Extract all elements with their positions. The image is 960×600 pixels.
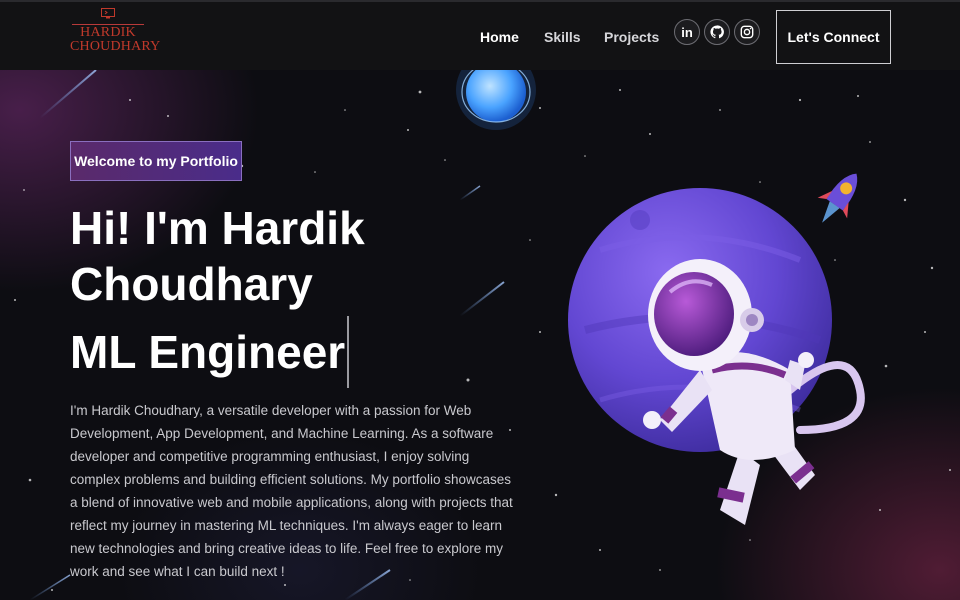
instagram-button[interactable] xyxy=(734,19,760,45)
nav-link-skills[interactable]: Skills xyxy=(544,29,581,45)
monitor-icon xyxy=(101,8,115,19)
nav-link-projects[interactable]: Projects xyxy=(604,29,659,45)
hero-section: Welcome to my Portfolio Hi! I'm Hardik C… xyxy=(0,70,960,600)
welcome-badge: Welcome to my Portfolio xyxy=(70,141,242,181)
brand-name-line1: HARDIK xyxy=(80,25,136,40)
linkedin-button[interactable]: in xyxy=(674,19,700,45)
nav-link-home[interactable]: Home xyxy=(480,29,519,45)
bio-paragraph: I'm Hardik Choudhary, a versatile develo… xyxy=(70,403,513,579)
lets-connect-button[interactable]: Let's Connect xyxy=(776,10,891,64)
brand-name-line2: CHOUDHARY xyxy=(70,39,161,54)
github-button[interactable] xyxy=(704,19,730,45)
brand-name: HARDIK CHOUDHARY xyxy=(70,25,161,54)
instagram-icon xyxy=(740,25,754,39)
headline-line-2: Choudhary xyxy=(70,258,313,310)
headline-line-1: Hi! I'm Hardik xyxy=(70,202,365,254)
linkedin-icon: in xyxy=(681,24,693,40)
brand-logo[interactable]: HARDIK CHOUDHARY xyxy=(70,8,161,66)
hero-headline: Hi! I'm Hardik Choudhary xyxy=(70,200,490,312)
github-icon xyxy=(710,25,724,39)
navbar: HARDIK CHOUDHARY Home Skills Projects in… xyxy=(0,0,960,70)
typing-role-text: ML Engineer xyxy=(70,316,350,388)
